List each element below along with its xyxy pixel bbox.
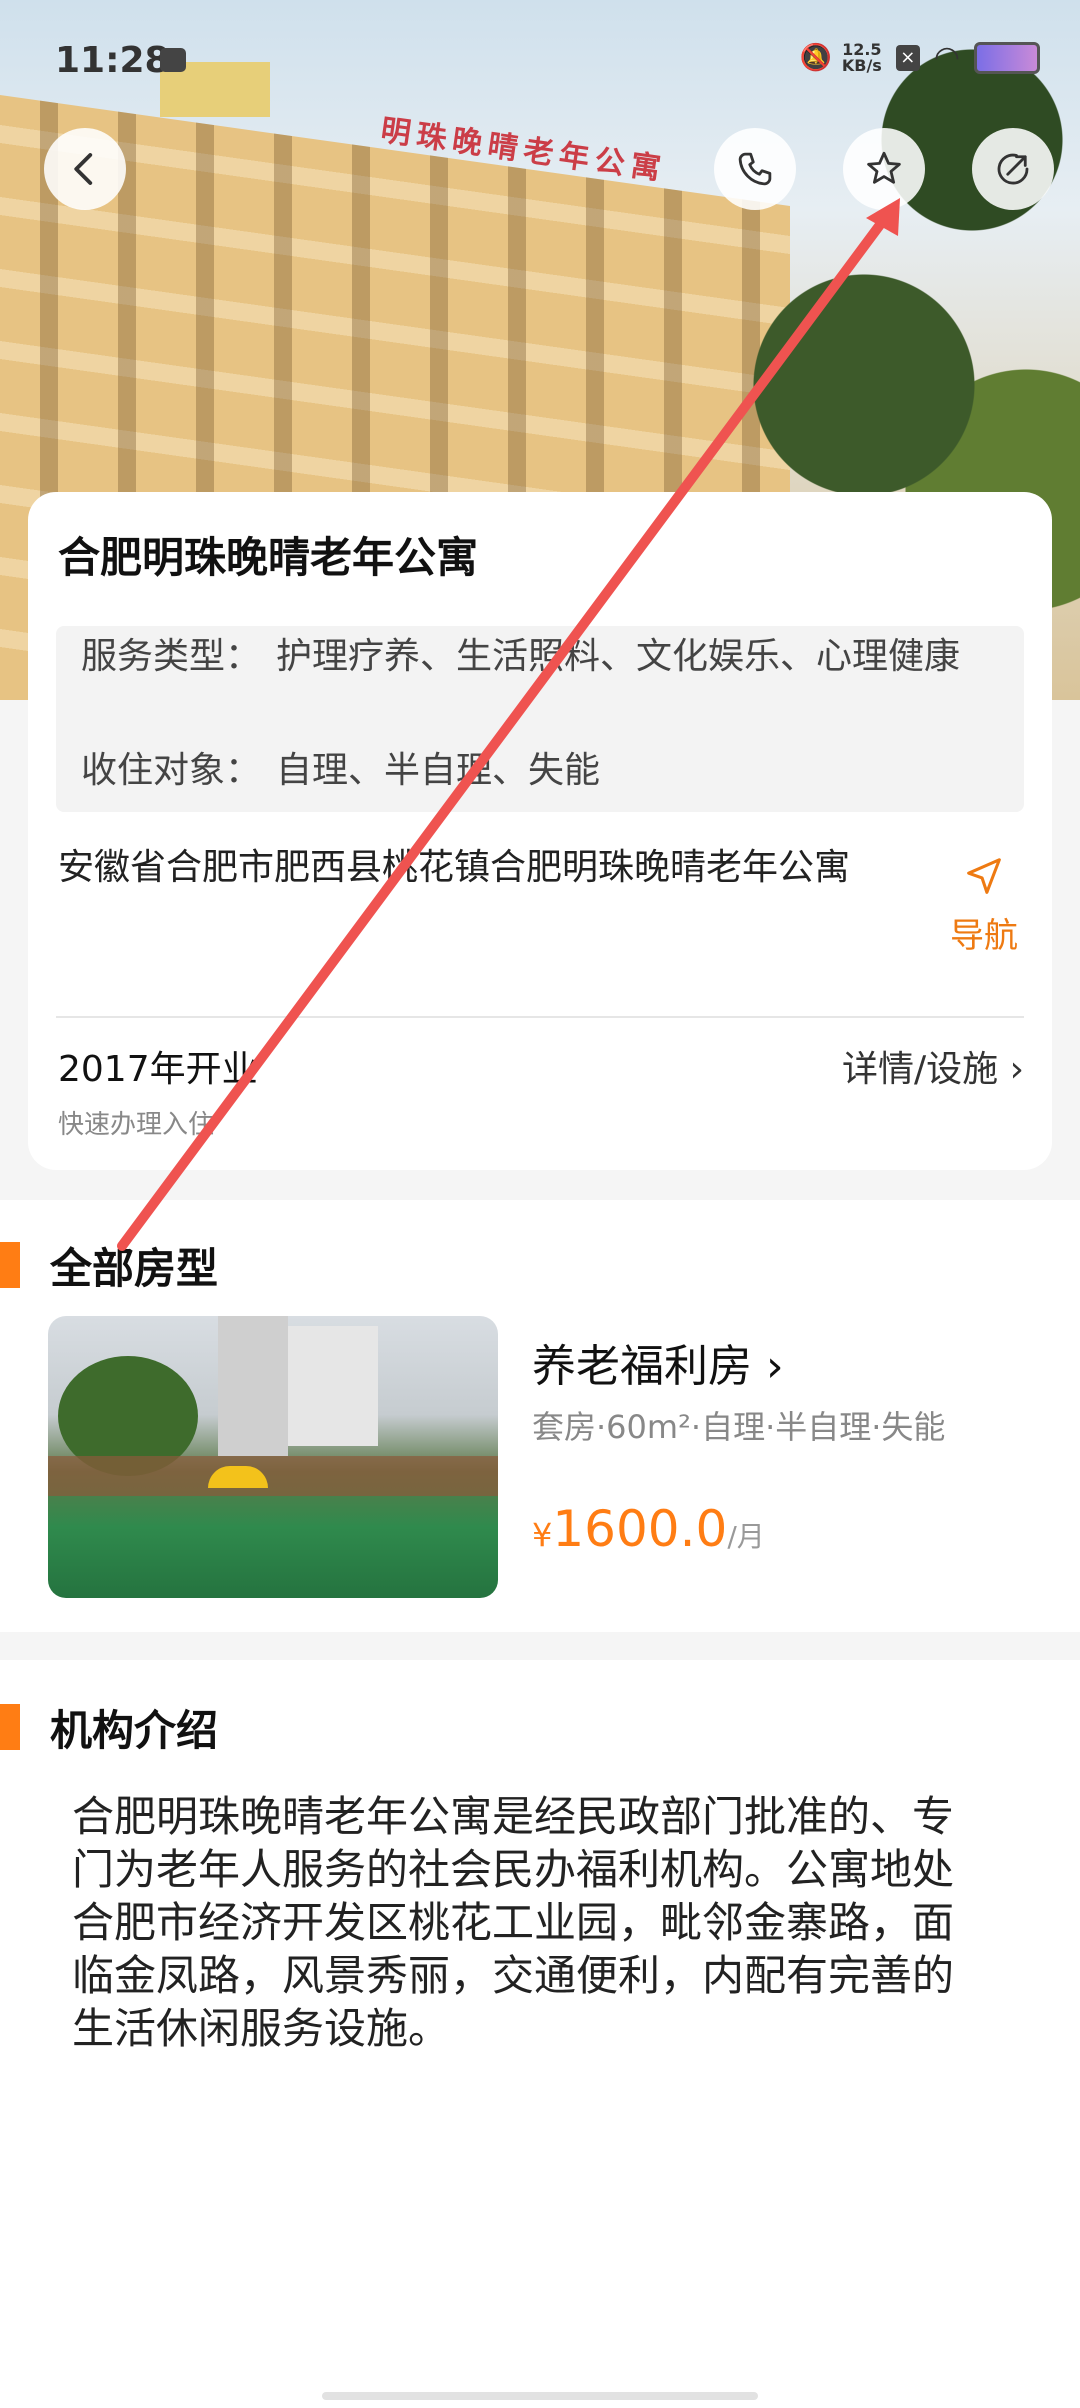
rooms-section-header: 全部房型 (0, 1240, 218, 1293)
room-price: ¥1600.0/月 (532, 1500, 765, 1558)
notification-icon (160, 48, 186, 72)
service-info-box: 服务类型： 护理疗养、生活照料、文化娱乐、心理健康 收住对象： 自理、半自理、失… (56, 626, 1024, 812)
service-type-value: 护理疗养、生活照料、文化娱乐、心理健康 (276, 636, 961, 677)
net-speed: 12.5 KB/s (841, 40, 882, 75)
room-name-link[interactable]: 养老福利房 › (532, 1330, 784, 1394)
status-time: 11:28 (55, 40, 170, 81)
intro-section-title: 机构介绍 (50, 1705, 219, 1755)
star-icon (867, 151, 901, 184)
chevron-right-icon: › (766, 1341, 784, 1392)
call-button[interactable] (714, 128, 796, 210)
target-label: 收住对象： (81, 750, 262, 791)
home-indicator[interactable] (322, 2392, 758, 2400)
chevron-left-icon (74, 153, 93, 185)
navigate-label: 导航 (950, 916, 1018, 956)
address-text: 安徽省合肥市肥西县桃花镇合肥明珠晚晴老年公寓 (58, 847, 851, 888)
share-button[interactable] (972, 128, 1054, 210)
navigation-arrow-icon (967, 858, 1001, 894)
phone-icon (738, 152, 772, 186)
intro-text: 合肥明珠晚晴老年公寓是经民政部门批准的、专门为老年人服务的社会民办福利机构。公寓… (72, 1792, 955, 2053)
details-facilities-link[interactable]: 详情/设施 › (842, 1040, 1024, 1092)
favorite-button[interactable] (843, 128, 925, 210)
navigate-button[interactable]: 导航 (944, 854, 1024, 957)
intro-section-header: 机构介绍 (0, 1702, 218, 1755)
battery-icon (974, 42, 1040, 74)
chevron-right-icon: › (1009, 1049, 1024, 1090)
facility-title: 合肥明珠晚晴老年公寓 (58, 533, 479, 582)
share-icon (997, 153, 1029, 185)
fast-checkin-text: 快速办理入住 (58, 1110, 215, 1140)
room-meta: 套房·60m²·自理·半自理·失能 (532, 1408, 946, 1446)
mute-icon: 🔕 (799, 43, 833, 73)
opened-year: 2017年开业 (58, 1049, 258, 1090)
sim-off-icon: × (895, 45, 920, 71)
wifi-icon: ◠ (933, 40, 960, 75)
target-value: 自理、半自理、失能 (276, 750, 601, 791)
room-photo[interactable] (48, 1316, 498, 1598)
back-button[interactable] (44, 128, 126, 210)
facility-info-card: 合肥明珠晚晴老年公寓 服务类型： 护理疗养、生活照料、文化娱乐、心理健康 收住对… (28, 492, 1052, 1170)
service-type-label: 服务类型： (81, 636, 262, 677)
rooms-section-title: 全部房型 (50, 1243, 219, 1293)
status-bar: 11:28 🔕 12.5 KB/s × ◠ (0, 0, 1080, 120)
divider (56, 1016, 1024, 1018)
